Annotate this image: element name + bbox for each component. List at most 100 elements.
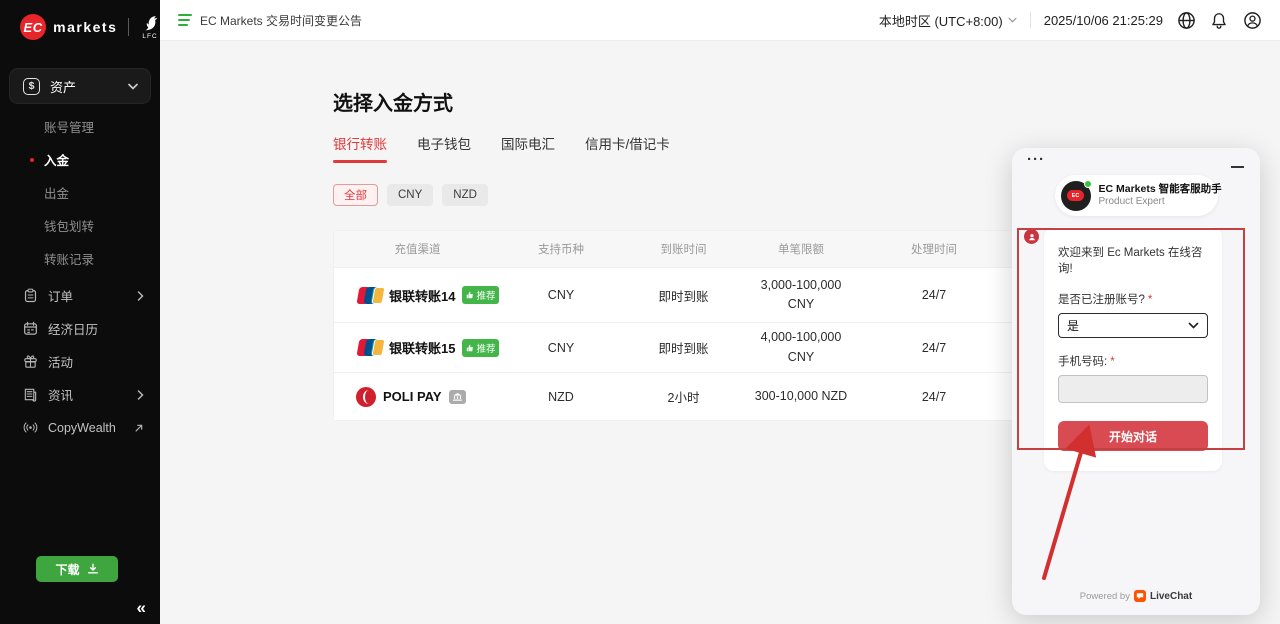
tab-credit-debit-card[interactable]: 信用卡/借记卡	[585, 133, 670, 163]
thumb-up-icon	[466, 291, 474, 299]
timezone-selector[interactable]: 本地时区 (UTC+8:00)	[879, 11, 1017, 30]
registered-select[interactable]: 是	[1058, 313, 1208, 338]
recommended-badge: 推荐	[462, 339, 499, 357]
unionpay-icon	[356, 339, 382, 356]
sidebar-item-deposit[interactable]: 入金	[0, 143, 160, 176]
sidebar-item-withdrawal[interactable]: 出金	[0, 176, 160, 209]
table-row[interactable]: 银联转账15 推荐 CNY 即时到账 4,000-100,000 CNY 24/…	[334, 322, 1012, 372]
account-avatar-button[interactable]	[1242, 10, 1262, 30]
sidebar-item-promotions[interactable]: 活动	[0, 345, 160, 378]
tab-e-wallet[interactable]: 电子钱包	[417, 133, 471, 163]
channel-name: 银联转账15	[389, 338, 455, 357]
sidebar-bottom: 下载 «	[0, 540, 160, 624]
sidebar-item-transfer-records[interactable]: 转账记录	[0, 242, 160, 275]
ec-logo-text: EC	[24, 20, 43, 35]
tab-bank-transfer[interactable]: 银行转账	[333, 133, 387, 163]
livechat-brand-link[interactable]: LiveChat	[1150, 591, 1192, 602]
col-header-arrival: 到账时间	[621, 241, 746, 257]
thumb-up-icon	[466, 344, 474, 352]
sidebar-item-economic-calendar[interactable]: 经济日历	[0, 312, 160, 345]
chat-minimize-button[interactable]	[1231, 166, 1244, 168]
sidebar-item-account-management[interactable]: 账号管理	[0, 110, 160, 143]
powered-by-label: Powered by	[1080, 591, 1130, 602]
welcome-text: 欢迎来到 Ec Markets 在线咨询!	[1058, 244, 1208, 276]
chevron-down-icon	[1008, 17, 1017, 23]
unionpay-icon	[356, 287, 382, 304]
download-button[interactable]: 下载	[36, 556, 118, 582]
download-label: 下载	[55, 561, 79, 578]
poli-pay-icon	[356, 387, 376, 407]
announcement-icon	[178, 14, 192, 27]
nav-item-label: 经济日历	[48, 319, 144, 338]
notifications-bell-button[interactable]	[1209, 10, 1229, 30]
cell-hours: 24/7	[856, 390, 1012, 404]
channel-name: POLI PAY	[383, 389, 442, 404]
registered-question-label: 是否已注册账号?*	[1058, 291, 1208, 307]
col-header-currency: 支持币种	[501, 241, 621, 257]
sidebar-item-wallet-transfer[interactable]: 钱包划转	[0, 209, 160, 242]
ec-logo: EC	[20, 14, 46, 40]
markets-logo-text: markets	[53, 19, 117, 35]
external-link-icon	[134, 423, 144, 433]
chat-menu-button[interactable]: ···	[1027, 151, 1045, 168]
datetime-display: 2025/10/06 21:25:29	[1044, 13, 1163, 28]
sidebar-item-news[interactable]: 资讯	[0, 378, 160, 411]
sidebar-item-copywealth[interactable]: CopyWealth	[0, 411, 160, 444]
chat-footer: Powered by LiveChat	[1012, 590, 1260, 602]
phone-label: 手机号码:*	[1058, 353, 1208, 369]
table-row[interactable]: 银联转账14 推荐 CNY 即时到账 3,000-100,000 CNY 24/…	[334, 267, 1012, 322]
clipboard-icon	[22, 288, 38, 304]
cell-arrival: 2小时	[621, 387, 746, 406]
cell-limit: 3,000-100,000 CNY	[751, 276, 851, 315]
announcement-link[interactable]: EC Markets 交易时间变更公告	[178, 12, 362, 29]
livechat-widget: ··· EC EC Markets 智能客服助手 Product Expert …	[1012, 148, 1260, 615]
chat-message: 欢迎来到 Ec Markets 在线咨询! 是否已注册账号?* 是 手机号码:*…	[1012, 227, 1260, 471]
registered-select-value: 是	[1067, 317, 1079, 334]
calendar-icon	[22, 321, 38, 337]
start-chat-button[interactable]: 开始对话	[1058, 421, 1208, 451]
gift-icon	[22, 354, 38, 370]
lfc-logo: LFC	[140, 14, 160, 41]
deposit-channels-table: 充值渠道 支持币种 到账时间 单笔限额 处理时间 银联转账14 推荐 CNY 即…	[333, 230, 1013, 421]
nav-item-label: 订单	[48, 286, 127, 305]
required-mark: *	[1148, 294, 1152, 306]
online-status-dot	[1084, 180, 1092, 188]
filter-all[interactable]: 全部	[333, 184, 378, 206]
timezone-label: 本地时区 (UTC+8:00)	[879, 11, 1003, 30]
sub-item-label: 入金	[44, 150, 69, 169]
nav-item-label: 活动	[48, 352, 144, 371]
nav-item-label: CopyWealth	[48, 421, 124, 435]
col-header-limit: 单笔限额	[746, 241, 856, 257]
cell-limit: 300-10,000 NZD	[755, 387, 847, 406]
topbar-divider	[1030, 12, 1031, 28]
sub-item-label: 出金	[44, 183, 69, 202]
table-row[interactable]: POLI PAY NZD 2小时 300-10,000 NZD 24/7	[334, 372, 1012, 420]
active-dot	[30, 158, 34, 162]
dollar-icon: $	[23, 78, 40, 95]
cell-currency: NZD	[501, 390, 621, 404]
sidebar-item-assets[interactable]: $ 资产	[9, 68, 151, 104]
filter-cny[interactable]: CNY	[387, 184, 433, 206]
bot-avatar-icon	[1024, 229, 1039, 244]
assets-label: 资产	[50, 77, 118, 96]
chevron-down-icon	[128, 83, 138, 90]
table-header: 充值渠道 支持币种 到账时间 单笔限额 处理时间	[334, 231, 1012, 267]
cell-limit: 4,000-100,000 CNY	[751, 328, 851, 367]
liver-bird-icon	[140, 14, 160, 33]
logo-divider	[128, 18, 129, 36]
required-mark: *	[1110, 356, 1114, 368]
page-title: 选择入金方式	[333, 87, 1013, 116]
agent-avatar: EC	[1061, 181, 1091, 211]
broadcast-icon	[22, 420, 38, 436]
phone-input[interactable]	[1058, 375, 1208, 403]
assets-submenu: 账号管理 入金 出金 钱包划转 转账记录	[0, 104, 160, 279]
filter-nzd[interactable]: NZD	[442, 184, 488, 206]
tab-international-wire[interactable]: 国际电汇	[501, 133, 555, 163]
collapse-sidebar-button[interactable]: «	[137, 598, 146, 618]
sidebar-item-orders[interactable]: 订单	[0, 279, 160, 312]
cell-arrival: 即时到账	[621, 286, 746, 305]
language-globe-button[interactable]	[1176, 10, 1196, 30]
chevron-right-icon	[137, 291, 144, 301]
deposit-content: 选择入金方式 银行转账 电子钱包 国际电汇 信用卡/借记卡 全部 CNY NZD…	[333, 41, 1013, 421]
deposit-method-tabs: 银行转账 电子钱包 国际电汇 信用卡/借记卡	[333, 133, 1013, 163]
